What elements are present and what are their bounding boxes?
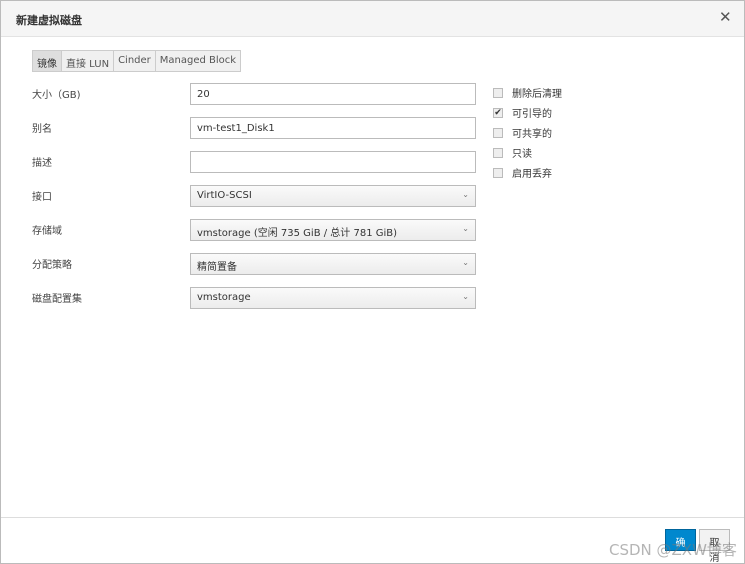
checkbox-label: 可共享的 bbox=[512, 129, 552, 140]
checkbox-label: 可引导的 bbox=[512, 109, 552, 120]
interface-value: VirtIO-SCSI bbox=[197, 190, 252, 201]
storage-domain-select[interactable]: vmstorage (空闲 735 GiB / 总计 781 GiB) ⌄ bbox=[190, 219, 476, 241]
cancel-button[interactable]: 取消 bbox=[699, 529, 730, 564]
size-input[interactable] bbox=[190, 83, 476, 105]
tab-direct-lun[interactable]: 直接 LUN bbox=[62, 51, 115, 71]
disk-type-tabs: 镜像 直接 LUN Cinder Managed Block bbox=[32, 50, 242, 72]
checkbox-icon[interactable] bbox=[493, 147, 503, 158]
checkbox-enable-discard[interactable]: 启用丢弃 bbox=[493, 165, 552, 180]
chevron-down-icon: ⌄ bbox=[462, 258, 469, 267]
dialog-title: 新建虚拟磁盘 bbox=[16, 14, 82, 27]
description-label: 描述 bbox=[32, 158, 52, 169]
checkbox-icon[interactable] bbox=[493, 167, 503, 178]
allocation-policy-label: 分配策略 bbox=[32, 260, 72, 271]
size-label: 大小（GB) bbox=[32, 90, 81, 101]
chevron-down-icon: ⌄ bbox=[462, 292, 469, 301]
disk-profile-value: vmstorage bbox=[197, 292, 251, 303]
allocation-policy-select[interactable]: 精简置备 ⌄ bbox=[190, 253, 476, 275]
checkbox-label: 只读 bbox=[512, 149, 532, 160]
storage-domain-value: vmstorage (空闲 735 GiB / 总计 781 GiB) bbox=[197, 228, 398, 239]
tab-image[interactable]: 镜像 bbox=[33, 51, 62, 71]
ok-button[interactable]: 确定 bbox=[665, 529, 696, 564]
checkbox-icon[interactable] bbox=[493, 127, 503, 138]
new-virtual-disk-dialog: 新建虚拟磁盘 ✕ 镜像 直接 LUN Cinder Managed Block … bbox=[0, 0, 745, 564]
checkbox-shareable[interactable]: 可共享的 bbox=[493, 125, 552, 140]
interface-select[interactable]: VirtIO-SCSI ⌄ bbox=[190, 185, 476, 207]
disk-profile-label: 磁盘配置集 bbox=[32, 294, 82, 305]
interface-label: 接口 bbox=[32, 192, 52, 203]
storage-domain-label: 存储域 bbox=[32, 226, 62, 237]
tab-managed-block[interactable]: Managed Block bbox=[156, 51, 240, 71]
checkbox-wipe-after-delete[interactable]: 删除后清理 bbox=[493, 85, 562, 100]
dialog-header: 新建虚拟磁盘 ✕ bbox=[1, 1, 744, 37]
alias-input[interactable] bbox=[190, 117, 476, 139]
footer-divider bbox=[1, 517, 744, 518]
checkbox-label: 启用丢弃 bbox=[512, 169, 552, 180]
allocation-policy-value: 精简置备 bbox=[197, 262, 237, 273]
disk-profile-select[interactable]: vmstorage ⌄ bbox=[190, 287, 476, 309]
alias-label: 别名 bbox=[32, 124, 52, 135]
checkbox-bootable[interactable]: ✔ 可引导的 bbox=[493, 105, 552, 120]
checkbox-read-only[interactable]: 只读 bbox=[493, 145, 532, 160]
checkbox-icon[interactable] bbox=[493, 87, 503, 98]
close-icon[interactable]: ✕ bbox=[719, 8, 732, 26]
tab-cinder[interactable]: Cinder bbox=[114, 51, 156, 71]
chevron-down-icon: ⌄ bbox=[462, 190, 469, 199]
checkbox-label: 删除后清理 bbox=[512, 89, 562, 100]
description-input[interactable] bbox=[190, 151, 476, 173]
chevron-down-icon: ⌄ bbox=[462, 224, 469, 233]
checkbox-checked-icon[interactable]: ✔ bbox=[493, 107, 503, 118]
